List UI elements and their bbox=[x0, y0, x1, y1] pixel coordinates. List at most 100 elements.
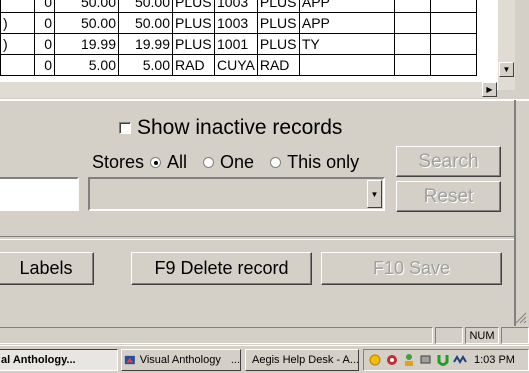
table-cell[interactable]: 5.00 bbox=[118, 54, 173, 76]
records-grid[interactable]: 0 50.00 50.00 PLUS 1003 PLUS APP) 0 50.00 50.00 PL… bbox=[0, 0, 497, 83]
table-cell[interactable]: APP bbox=[298, 12, 395, 34]
reset-button-label: Reset bbox=[423, 185, 474, 207]
radio-one-label[interactable]: One bbox=[220, 152, 254, 173]
table-cell[interactable]: 1003 bbox=[214, 0, 258, 13]
save-button[interactable]: F10 Save bbox=[321, 252, 502, 285]
users-icon[interactable] bbox=[402, 353, 416, 367]
stores-label: Stores bbox=[92, 152, 145, 172]
table-cell[interactable] bbox=[429, 12, 477, 34]
taskbar-item-label: Aegis Help Desk - A... bbox=[252, 354, 359, 366]
network-icon[interactable] bbox=[419, 353, 433, 367]
table-cell[interactable] bbox=[393, 54, 431, 76]
taskbar-item-aegis-help-desk[interactable]: Aegis Help Desk - A... bbox=[245, 349, 359, 371]
panel-border bbox=[514, 100, 516, 330]
antivirus-icon[interactable] bbox=[385, 353, 399, 367]
u-shield-icon[interactable] bbox=[436, 353, 450, 367]
taskbar-item-ellipsis: ... bbox=[230, 354, 240, 366]
table-cell[interactable]: 50.00 bbox=[118, 0, 173, 13]
table-cell[interactable]: APP bbox=[298, 0, 395, 13]
radio-this-only[interactable] bbox=[270, 157, 282, 168]
table-cell[interactable]: 50.00 bbox=[118, 12, 173, 34]
grid-horizontal-scrollbar[interactable]: ▶ bbox=[0, 82, 497, 98]
num-lock-indicator: NUM bbox=[465, 327, 499, 344]
system-tray: 1:03 PM bbox=[363, 349, 529, 371]
save-button-label: F10 Save bbox=[372, 258, 451, 278]
table-cell[interactable] bbox=[0, 54, 35, 76]
table-cell[interactable]: TY bbox=[298, 33, 395, 55]
table-cell[interactable]: PLUS bbox=[172, 33, 215, 55]
table-cell[interactable] bbox=[0, 0, 35, 13]
taskbar: al Anthology... Visual Anthology ... Aeg… bbox=[0, 345, 529, 373]
table-cell[interactable]: RAD bbox=[256, 54, 300, 76]
table-cell[interactable] bbox=[429, 54, 477, 76]
table-cell[interactable]: RAD bbox=[172, 54, 215, 76]
stores-radio-group: Stores All One This only bbox=[92, 152, 359, 173]
table-cell[interactable] bbox=[393, 33, 431, 55]
num-lock-label: NUM bbox=[469, 329, 495, 342]
table-cell[interactable]: 0 bbox=[34, 0, 55, 13]
table-cell[interactable]: 19.99 bbox=[54, 33, 119, 55]
table-cell[interactable]: 0 bbox=[34, 54, 55, 76]
show-inactive-checkbox[interactable]: Show inactive records bbox=[119, 116, 342, 140]
records-table[interactable]: 0 50.00 50.00 PLUS 1003 PLUS APP) 0 50.00 50.00 PL… bbox=[0, 0, 477, 76]
table-cell[interactable] bbox=[393, 12, 431, 34]
radio-one[interactable] bbox=[203, 157, 215, 168]
table-cell[interactable]: 1001 bbox=[214, 33, 258, 55]
taskbar-item-visual-anthology-active[interactable]: al Anthology... bbox=[0, 349, 118, 371]
scroll-right-arrow-icon[interactable]: ▶ bbox=[482, 82, 497, 97]
table-cell[interactable]: 5.00 bbox=[54, 54, 119, 76]
delete-record-button[interactable]: F9 Delete record bbox=[131, 252, 312, 285]
clock[interactable]: 1:03 PM bbox=[474, 354, 515, 366]
table-cell[interactable] bbox=[298, 54, 395, 76]
reset-button[interactable]: Reset bbox=[396, 181, 501, 212]
taskbar-item-label: al Anthology... bbox=[1, 354, 76, 366]
resize-grip-icon[interactable] bbox=[515, 312, 527, 324]
table-cell[interactable] bbox=[429, 0, 477, 13]
status-pane-main bbox=[0, 327, 433, 344]
divider bbox=[0, 99, 529, 101]
table-cell[interactable]: 19.99 bbox=[118, 33, 173, 55]
table-row[interactable]: ) 0 50.00 50.00 PLUS 1003 PLUS APP bbox=[0, 12, 477, 34]
search-button[interactable]: Search bbox=[396, 146, 501, 177]
radio-this-only-label[interactable]: This only bbox=[287, 152, 359, 173]
table-cell[interactable]: PLUS bbox=[172, 12, 215, 34]
radio-all[interactable] bbox=[150, 157, 162, 168]
checkbox-box[interactable] bbox=[119, 122, 131, 134]
network-activity-icon[interactable] bbox=[453, 353, 467, 367]
show-inactive-label: Show inactive records bbox=[137, 116, 343, 139]
table-cell[interactable]: ) bbox=[0, 33, 35, 55]
table-cell[interactable]: ) bbox=[0, 12, 35, 34]
labels-button-label: Labels bbox=[19, 258, 73, 278]
chevron-down-icon[interactable]: ▼ bbox=[367, 180, 382, 208]
store-select-dropdown[interactable]: ▼ bbox=[88, 177, 385, 211]
status-pane-scroll bbox=[501, 327, 529, 344]
search-button-label: Search bbox=[418, 150, 479, 172]
table-cell[interactable]: PLUS bbox=[256, 12, 300, 34]
table-row[interactable]: 0 50.00 50.00 PLUS 1003 PLUS APP bbox=[0, 0, 477, 13]
table-cell[interactable]: PLUS bbox=[256, 0, 300, 13]
status-bar: NUM bbox=[0, 326, 529, 344]
table-cell[interactable]: 1003 bbox=[214, 12, 258, 34]
table-cell[interactable]: 50.00 bbox=[54, 12, 119, 34]
table-row[interactable]: ) 0 19.99 19.99 PLUS 1001 PLUS TY bbox=[0, 33, 477, 55]
radio-all-label[interactable]: All bbox=[167, 152, 187, 173]
taskbar-item-label: Visual Anthology bbox=[139, 354, 221, 366]
table-cell[interactable]: PLUS bbox=[172, 0, 215, 13]
sun-icon[interactable] bbox=[368, 353, 382, 367]
table-cell[interactable] bbox=[429, 33, 477, 55]
table-cell[interactable]: 0 bbox=[34, 33, 55, 55]
table-cell[interactable] bbox=[393, 0, 431, 13]
scroll-down-arrow-icon[interactable]: ▼ bbox=[499, 62, 514, 77]
labels-button[interactable]: Labels bbox=[0, 252, 94, 285]
app-icon bbox=[124, 355, 135, 365]
table-cell[interactable]: 0 bbox=[34, 12, 55, 34]
table-cell[interactable]: PLUS bbox=[256, 33, 300, 55]
table-cell[interactable]: CUYA bbox=[214, 54, 258, 76]
search-text-input[interactable] bbox=[0, 177, 79, 211]
grid-vertical-scrollbar[interactable]: ▼ bbox=[497, 0, 515, 90]
divider bbox=[0, 236, 516, 240]
taskbar-item-visual-anthology[interactable]: Visual Anthology ... bbox=[121, 349, 241, 371]
table-cell[interactable]: 50.00 bbox=[54, 0, 119, 13]
table-row[interactable]: 0 5.00 5.00 RAD CUYA RAD bbox=[0, 54, 477, 76]
delete-record-button-label: F9 Delete record bbox=[154, 258, 289, 278]
